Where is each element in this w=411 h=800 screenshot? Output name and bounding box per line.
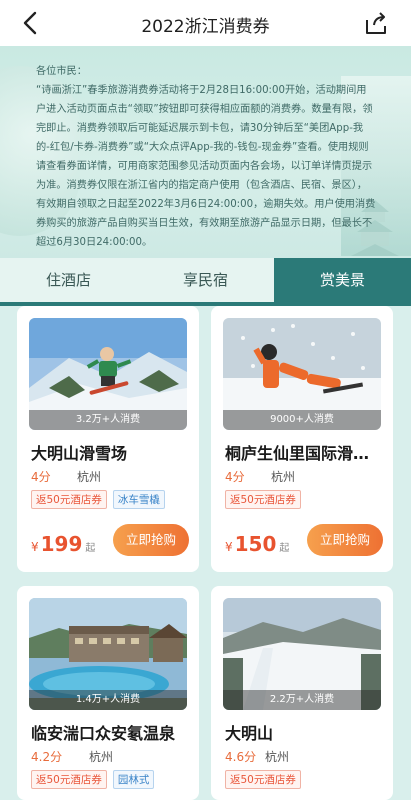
product-rating: 4分 xyxy=(31,470,51,484)
product-photo: 1.4万+人消费 xyxy=(29,598,187,710)
feature-badge: 园林式 xyxy=(112,770,155,789)
product-card[interactable]: 1.4万+人消费 临安湍口众安氡温泉 4.2分 杭州 返50元酒店券 园林式 xyxy=(17,586,199,800)
page-title: 2022浙江消费券 xyxy=(141,17,270,37)
product-grid: 3.2万+人消费 大明山滑雪场 4分 杭州 返50元酒店券 冰车雪橇 ¥ 199… xyxy=(0,306,411,800)
product-name: 桐庐生仙里国际滑雪场 xyxy=(225,444,383,463)
notice-banner: 各位市民： “诗画浙江”春季旅游消费券活动将于2月28日16:00:00开始，活… xyxy=(0,46,411,258)
product-photo: 9000+人消费 xyxy=(223,318,381,430)
feature-badge: 冰车雪橇 xyxy=(112,490,165,509)
product-rating: 4.2分 xyxy=(31,750,63,764)
product-city: 杭州 xyxy=(89,750,114,764)
product-card[interactable]: 2.2万+人消费 大明山 4.6分 杭州 返50元酒店券 xyxy=(211,586,393,800)
tab-homestay[interactable]: 享民宿 xyxy=(137,258,274,302)
product-rating: 4分 xyxy=(225,470,245,484)
price-suffix: 起 xyxy=(85,543,96,554)
product-name: 大明山滑雪场 xyxy=(31,444,128,463)
product-badges: 返50元酒店券 园林式 xyxy=(31,770,155,789)
tab-scenery[interactable]: 赏美景 xyxy=(274,258,411,302)
product-badges: 返50元酒店券 xyxy=(225,770,301,789)
notice-greeting: 各位市民： xyxy=(36,66,87,77)
coupon-badge: 返50元酒店券 xyxy=(225,770,301,789)
coupon-badge: 返50元酒店券 xyxy=(225,490,301,509)
product-rating: 4.6分 xyxy=(225,750,257,764)
tab-hotel[interactable]: 住酒店 xyxy=(0,258,137,302)
price-value: 199 xyxy=(40,532,83,556)
product-name: 大明山 xyxy=(225,724,274,743)
product-badges: 返50元酒店券 xyxy=(225,490,301,509)
price-suffix: 起 xyxy=(279,543,290,554)
buy-now-button[interactable]: 立即抢购 xyxy=(113,524,189,556)
coupon-badge: 返50元酒店券 xyxy=(31,770,107,789)
product-city: 杭州 xyxy=(77,470,102,484)
product-city: 杭州 xyxy=(265,750,290,764)
currency-symbol: ¥ xyxy=(225,540,233,554)
consumed-count: 9000+人消费 xyxy=(223,410,381,430)
top-nav-bar: 2022浙江消费券 xyxy=(0,0,411,46)
product-photo: 2.2万+人消费 xyxy=(223,598,381,710)
category-tabs: 住酒店 享民宿 赏美景 xyxy=(0,258,411,302)
consumed-count: 1.4万+人消费 xyxy=(29,690,187,710)
product-badges: 返50元酒店券 冰车雪橇 xyxy=(31,490,165,509)
consumed-count: 3.2万+人消费 xyxy=(29,410,187,430)
buy-now-button[interactable]: 立即抢购 xyxy=(307,524,383,556)
product-photo: 3.2万+人消费 xyxy=(29,318,187,430)
notice-body: “诗画浙江”春季旅游消费券活动将于2月28日16:00:00开始，活动期间用户进… xyxy=(36,85,376,248)
consumed-count: 2.2万+人消费 xyxy=(223,690,381,710)
product-name: 临安湍口众安氡温泉 xyxy=(31,724,176,743)
product-city: 杭州 xyxy=(271,470,296,484)
share-icon[interactable] xyxy=(363,10,389,36)
product-card[interactable]: 3.2万+人消费 大明山滑雪场 4分 杭州 返50元酒店券 冰车雪橇 ¥ 199… xyxy=(17,306,199,572)
price-value: 150 xyxy=(234,532,277,556)
currency-symbol: ¥ xyxy=(31,540,39,554)
product-card[interactable]: 9000+人消费 桐庐生仙里国际滑雪场 4分 杭州 返50元酒店券 ¥ 150 … xyxy=(211,306,393,572)
product-price: ¥ 199 起 xyxy=(31,532,95,556)
notice-text: 各位市民： “诗画浙江”春季旅游消费券活动将于2月28日16:00:00开始，活… xyxy=(36,62,376,252)
product-price: ¥ 150 起 xyxy=(225,532,289,556)
coupon-badge: 返50元酒店券 xyxy=(31,490,107,509)
